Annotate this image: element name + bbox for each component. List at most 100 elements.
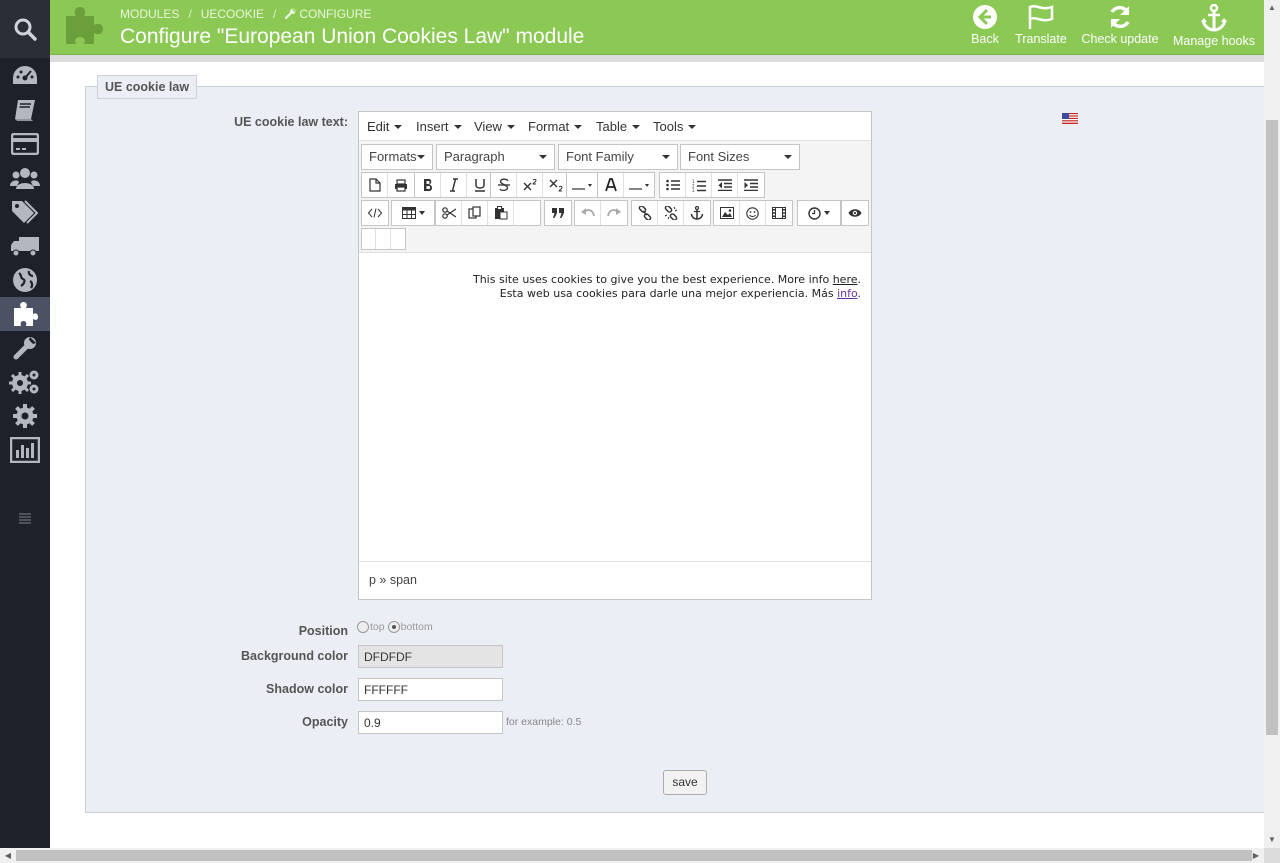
save-button[interactable]: save [663,770,707,795]
unlink-button[interactable] [658,201,684,225]
extra-button-2[interactable] [376,229,391,249]
outdent-button[interactable] [712,173,738,197]
spanish-more-info-link[interactable]: info [837,287,857,300]
menu-edit[interactable]: Edit [367,119,403,134]
check-update-button[interactable]: Check update [1080,4,1160,50]
bg-color-button[interactable] [598,173,624,197]
extra-button-3[interactable] [391,229,405,249]
emoticons-button[interactable] [740,201,766,225]
sidebar-item-price-rules[interactable] [0,195,50,229]
sidebar-item-catalog[interactable] [0,93,50,127]
manage-hooks-button[interactable]: Manage hooks [1172,4,1256,50]
sidebar-collapse-toggle[interactable] [0,501,50,535]
english-more-info-link[interactable]: here [833,273,858,286]
bullet-list-button[interactable] [660,173,686,197]
redo-button[interactable] [601,201,627,225]
insert-link-button[interactable] [632,201,658,225]
preview-button[interactable] [842,201,868,225]
shipping-icon [11,237,39,257]
search-button[interactable] [0,0,50,58]
sidebar-item-orders[interactable] [0,127,50,161]
undo-button[interactable] [575,201,601,225]
shadow-color-field[interactable]: FFFFFF [358,678,503,701]
italic-button[interactable] [441,173,467,197]
menu-view[interactable]: View [474,119,515,134]
breadcrumb-modules[interactable]: MODULES [120,7,179,21]
sidebar-item-shipping[interactable] [0,229,50,263]
background-color-field[interactable]: DFDFDF [358,645,503,668]
translate-button[interactable]: Translate [1014,4,1068,50]
toolbar-group-lists: 123 [659,172,765,198]
font-sizes-select[interactable]: Font Sizes [680,144,800,170]
back-button[interactable]: Back [970,4,1000,50]
sidebar-item-modules[interactable] [0,297,50,331]
bullet-list-icon [665,179,680,191]
position-top-radio[interactable] [357,621,369,633]
paste-button[interactable] [488,201,514,225]
menu-format[interactable]: Format [528,119,583,134]
italic-icon [449,178,458,192]
insert-image-button[interactable] [714,201,740,225]
page-header: MODULES / UECOOKIE / CONFIGURE Configure "Eu… [50,0,1264,55]
text-color-swatch[interactable] [567,173,597,197]
menu-tools[interactable]: Tools [653,119,697,134]
bold-button[interactable] [415,173,441,197]
copy-button[interactable] [462,201,488,225]
insert-media-button[interactable] [766,201,792,225]
numbered-list-button[interactable]: 123 [686,173,712,197]
strikethrough-button[interactable] [491,173,517,197]
scroll-right-arrow-icon[interactable]: ▶ [1248,848,1264,863]
sidebar-item-dashboard[interactable] [0,59,50,93]
sidebar-item-localization[interactable] [0,263,50,297]
menu-table[interactable]: Table [596,119,641,134]
menu-icon [19,513,31,524]
module-puzzle-icon [62,6,104,49]
sidebar-item-stats[interactable] [0,433,50,467]
formats-select[interactable]: Formats [361,144,433,170]
caret-icon [662,155,670,159]
sidebar-item-customers[interactable] [0,161,50,195]
toolbar-group-doc [361,172,415,198]
copy-icon [467,206,481,219]
text-color-picker[interactable] [566,172,598,198]
superscript-button[interactable] [517,173,543,197]
anchor-button[interactable] [684,201,710,225]
position-bottom-radio[interactable] [387,621,400,633]
indent-button[interactable] [738,173,764,197]
blockquote-button[interactable] [545,201,571,225]
us-flag-icon[interactable] [1062,113,1078,127]
horizontal-scroll-thumb[interactable] [16,850,1252,861]
opacity-field[interactable]: 0.9 [358,711,503,734]
cut-button[interactable] [436,201,462,225]
horizontal-scrollbar[interactable]: ◀ ▶ [0,848,1264,863]
sidebar-item-preferences[interactable] [0,331,50,365]
editor-menubar: Edit Insert View Format Table Tools [359,112,871,140]
scroll-down-arrow-icon[interactable]: ▼ [1264,832,1280,848]
back-label: Back [971,32,999,46]
sidebar-item-administration[interactable] [0,399,50,433]
paste-text-button[interactable] [514,201,540,225]
bg-color-dropdown[interactable] [624,173,654,197]
toolbar-group-clipboard [435,200,541,226]
vertical-scroll-thumb[interactable] [1266,120,1278,735]
scroll-left-arrow-icon[interactable]: ◀ [0,848,16,863]
element-path[interactable]: p » span [369,573,417,587]
toolbar-group-media [713,200,793,226]
new-document-button[interactable] [362,173,388,197]
sidebar-item-advanced-parameters[interactable] [0,365,50,399]
vertical-scrollbar[interactable]: ▲ ▼ [1264,0,1280,848]
toolbar-group-links [631,200,711,226]
table-button[interactable] [392,201,434,225]
print-button[interactable] [388,173,414,197]
underline-icon [475,179,485,192]
menu-insert[interactable]: Insert [416,119,462,134]
editor-content-area[interactable]: This site uses cookies to give you the b… [359,253,871,561]
source-code-button[interactable] [362,201,388,225]
font-family-select[interactable]: Font Family [558,144,678,170]
scroll-up-arrow-icon[interactable]: ▲ [1264,0,1280,16]
paragraph-select[interactable]: Paragraph [436,144,555,170]
insert-datetime-button[interactable] [798,201,840,225]
breadcrumb-uecookie[interactable]: UECOOKIE [201,7,264,21]
extra-button-1[interactable] [362,229,376,249]
cookie-text-label: UE cookie law text: [234,115,348,129]
